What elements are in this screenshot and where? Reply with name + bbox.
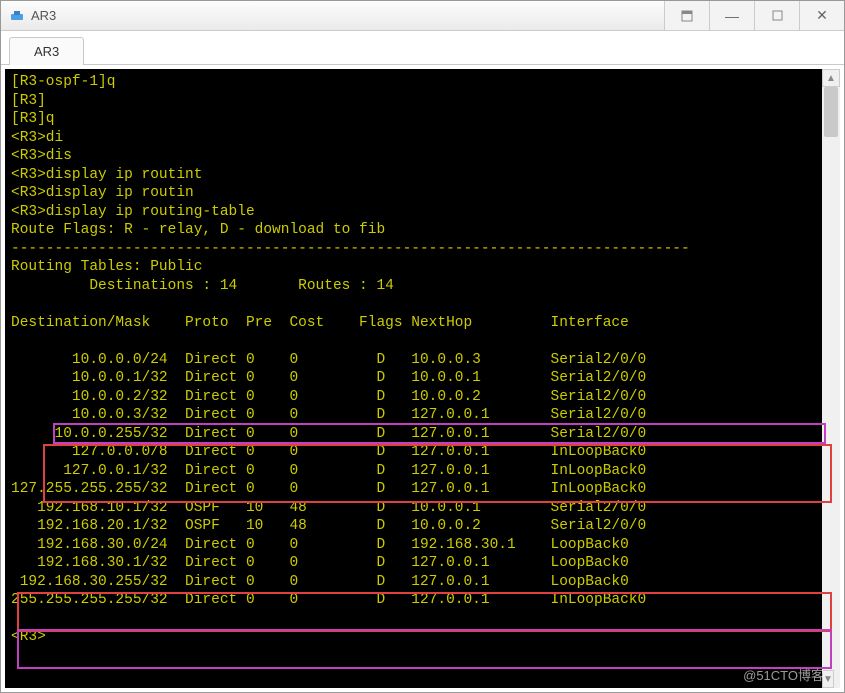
window-title: AR3: [31, 8, 664, 23]
tab-label: AR3: [34, 44, 59, 59]
close-button[interactable]: ✕: [799, 1, 844, 30]
terminal[interactable]: [R3-ospf-1]q [R3] [R3]q <R3>di <R3>dis <…: [5, 69, 840, 688]
app-icon: [9, 8, 25, 24]
terminal-container: [R3-ospf-1]q [R3] [R3]q <R3>di <R3>dis <…: [1, 65, 844, 692]
window-controls: — ✕: [664, 1, 844, 30]
tab-ar3[interactable]: AR3: [9, 37, 84, 65]
watermark: @51CTO博客: [743, 665, 824, 684]
scroll-up-icon[interactable]: ▲: [822, 69, 840, 87]
scroll-track[interactable]: [822, 87, 840, 670]
app-window: AR3 — ✕ AR3 [R3-ospf-1]q [R3] [R3]q <R3>…: [0, 0, 845, 693]
titlebar: AR3 — ✕: [1, 1, 844, 31]
tab-bar: AR3: [1, 31, 844, 65]
scroll-thumb[interactable]: [824, 87, 838, 137]
menu-button[interactable]: [664, 1, 709, 30]
scrollbar[interactable]: ▲ ▼: [822, 69, 840, 688]
maximize-button[interactable]: [754, 1, 799, 30]
minimize-button[interactable]: —: [709, 1, 754, 30]
